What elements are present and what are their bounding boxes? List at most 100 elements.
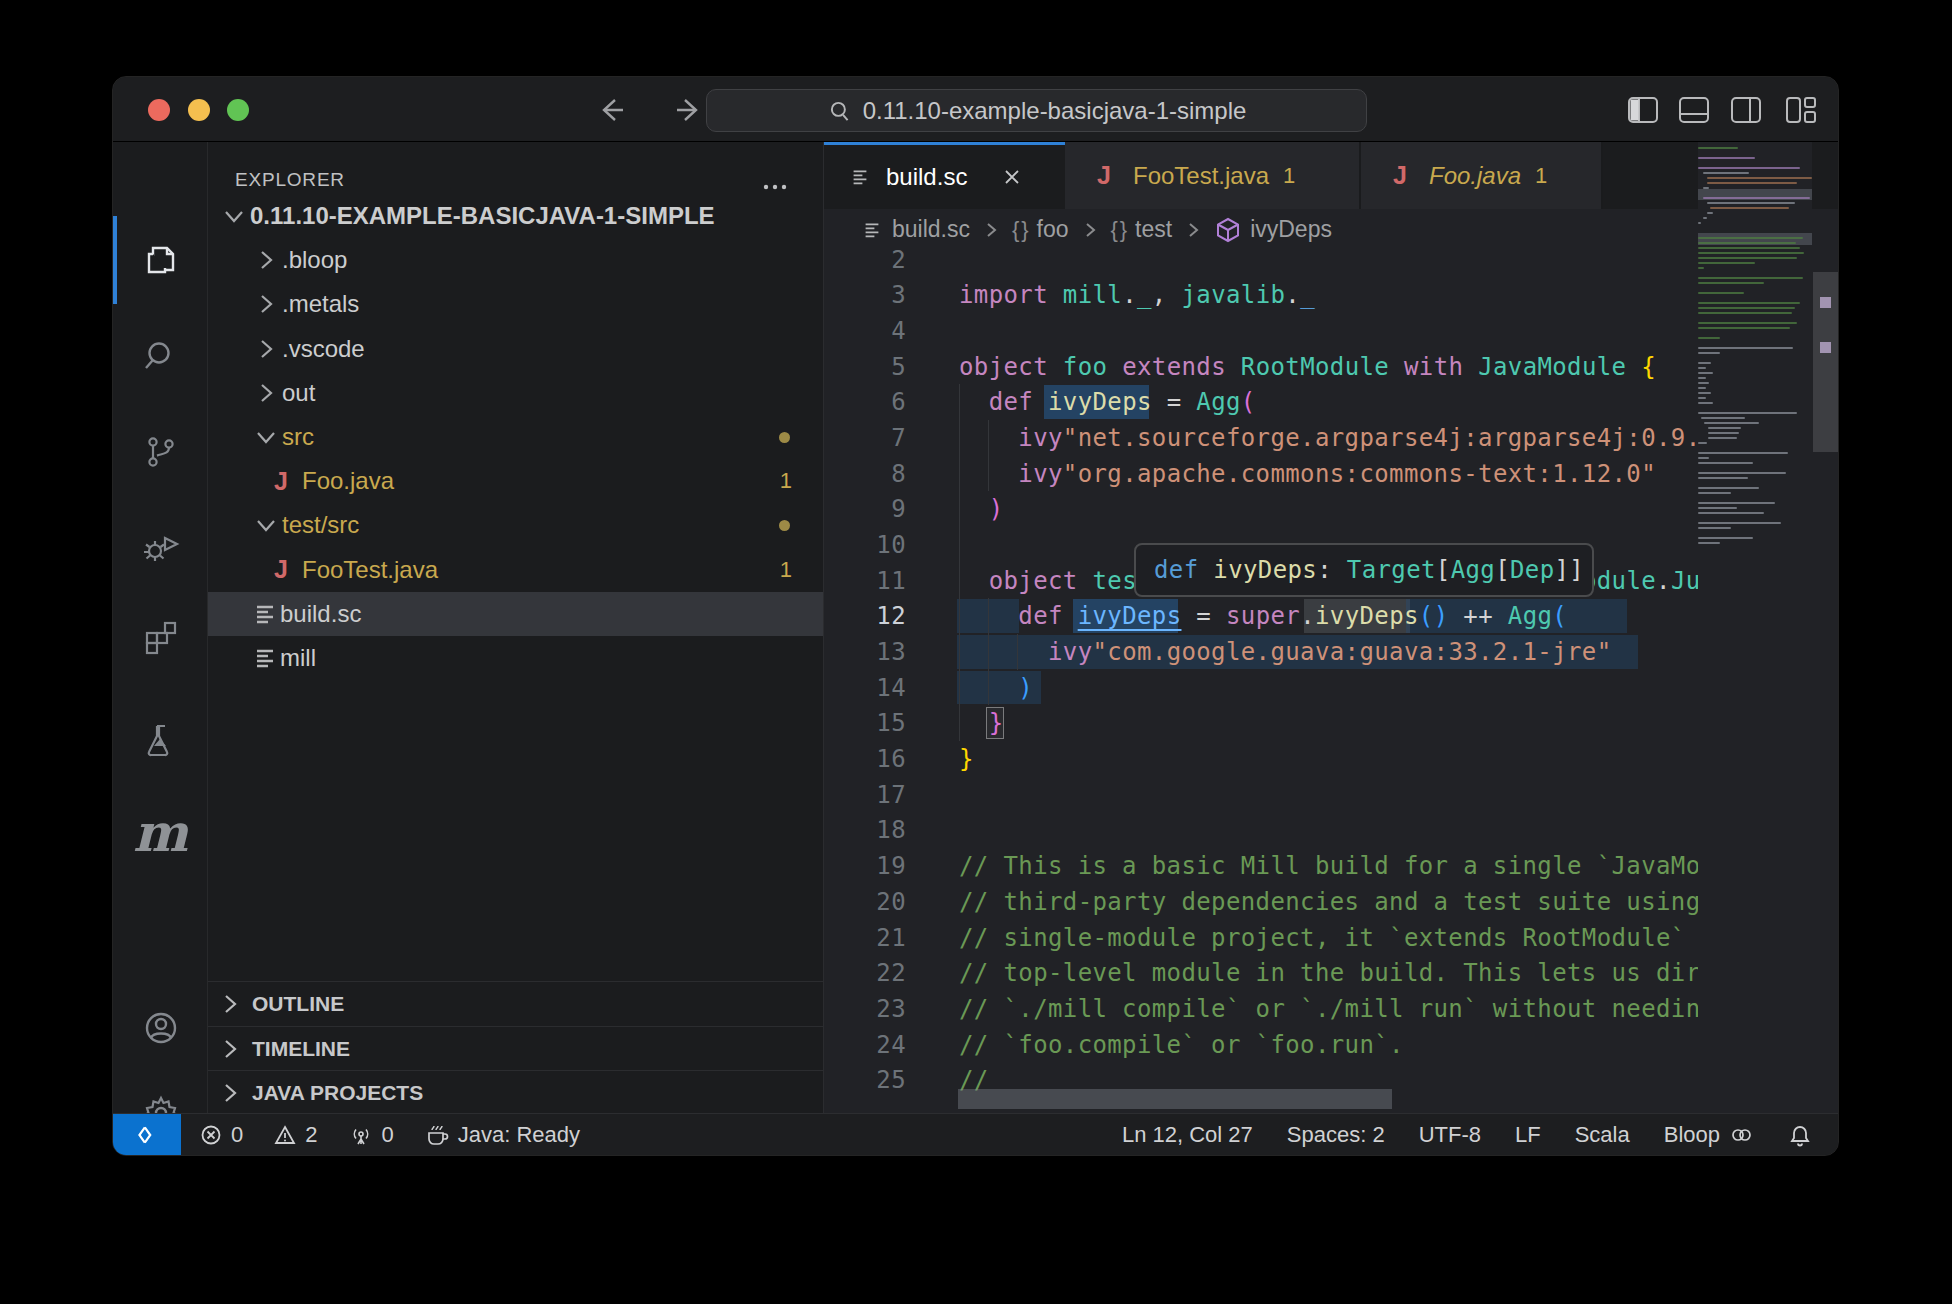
line-number: 22 — [824, 955, 906, 991]
status-spaces-2[interactable]: Spaces: 2 — [1287, 1122, 1385, 1148]
activity-testing-icon[interactable] — [113, 692, 208, 788]
navigate-forward-icon[interactable] — [673, 94, 705, 126]
minimap[interactable] — [1698, 142, 1812, 1113]
activity-source-control-icon[interactable] — [113, 404, 208, 500]
line-number: 8 — [824, 456, 906, 492]
breadcrumb-separator-icon — [1079, 219, 1101, 241]
tree-item-footest-java[interactable]: JFooTest.java1 — [208, 548, 824, 592]
modified-dot-badge — [779, 520, 790, 531]
line-number: 21 — [824, 920, 906, 956]
line-number: 17 — [824, 777, 906, 813]
code-line-8: ivy"org.apache.commons:commons-text:1.12… — [959, 456, 1656, 492]
breadcrumb-separator-icon — [1182, 219, 1204, 241]
status-ln-12-col-27[interactable]: Ln 12, Col 27 — [1122, 1122, 1253, 1148]
tree-item-test-src[interactable]: test/src — [208, 503, 824, 547]
close-tab-icon[interactable] — [999, 164, 1025, 190]
code-editor[interactable]: 23import mill._, javalib._45object foo e… — [824, 250, 1838, 1113]
toggle-panel-icon[interactable] — [1679, 97, 1709, 123]
file-icon — [250, 643, 280, 673]
activity-extensions-icon[interactable] — [113, 588, 208, 684]
command-center-search[interactable]: 0.11.10-example-basicjava-1-simple — [706, 89, 1367, 132]
close-window-button[interactable] — [148, 99, 170, 121]
activity-mill-icon[interactable]: m — [113, 785, 208, 881]
twist-right-icon — [250, 334, 282, 364]
section-java-projects[interactable]: JAVA PROJECTS — [208, 1070, 824, 1113]
tree-item-out[interactable]: out — [208, 371, 824, 415]
activity-account-icon[interactable] — [113, 980, 208, 1076]
tree-item-src[interactable]: src — [208, 415, 824, 459]
section-outline[interactable]: OUTLINE — [208, 981, 824, 1025]
breadcrumb-item-test[interactable]: { }test — [1111, 216, 1173, 243]
activity-search-icon[interactable] — [113, 308, 208, 404]
customize-layout-icon[interactable] — [1786, 97, 1816, 123]
breadcrumb-separator-icon — [980, 219, 1002, 241]
tree-item-mill[interactable]: mill — [208, 636, 824, 680]
activity-run-debug-icon[interactable] — [113, 498, 208, 594]
breadcrumb-item-ivydeps[interactable]: ivyDeps — [1214, 216, 1332, 244]
explorer-sidebar: EXPLORER 0.11.10-EXAMPLE-BASICJAVA-1-SIM… — [208, 142, 824, 1113]
breadcrumb-item-build-sc[interactable]: build.sc — [860, 215, 970, 245]
activity-explorer-icon[interactable] — [113, 212, 208, 308]
line-number: 18 — [824, 812, 906, 848]
tab-foo-java[interactable]: JFoo.java1 — [1361, 142, 1603, 209]
code-line-12: def ivyDeps = super.ivyDeps() ++ Agg( — [959, 598, 1567, 634]
section-timeline[interactable]: TIMELINE — [208, 1026, 824, 1070]
title-bar: 0.11.10-example-basicjava-1-simple — [113, 77, 1838, 142]
java-file-icon: J — [266, 555, 296, 584]
toggle-primary-sidebar-icon[interactable] — [1628, 97, 1658, 123]
code-line-6: def ivyDeps = Agg( — [959, 384, 1256, 420]
activity-bar: m — [113, 142, 208, 1113]
line-number: 7 — [824, 420, 906, 456]
loop-icon — [1728, 1123, 1754, 1147]
line-number: 19 — [824, 848, 906, 884]
command-center-label: 0.11.10-example-basicjava-1-simple — [863, 97, 1247, 125]
code-line-9: ) — [959, 491, 1004, 527]
code-line-16: } — [959, 741, 974, 777]
status-lf[interactable]: LF — [1515, 1122, 1541, 1148]
tree-item--metals[interactable]: .metals — [208, 282, 824, 326]
line-number: 11 — [824, 563, 906, 599]
status-utf-8[interactable]: UTF-8 — [1419, 1122, 1481, 1148]
status-bell[interactable] — [1788, 1123, 1812, 1147]
remote-indicator[interactable] — [113, 1114, 181, 1156]
tree-item--bloop[interactable]: .bloop — [208, 238, 824, 282]
broadcast-icon — [348, 1123, 374, 1147]
horizontal-scrollbar[interactable] — [958, 1089, 1392, 1109]
zoom-window-button[interactable] — [227, 99, 249, 121]
search-icon — [827, 98, 853, 124]
status-java-ready[interactable]: Java: Ready — [424, 1122, 580, 1148]
status-bloop[interactable]: Bloop — [1664, 1122, 1754, 1148]
code-line-3: import mill._, javalib._ — [959, 277, 1315, 313]
twist-right-icon — [250, 289, 282, 319]
twist-right-icon — [250, 378, 282, 408]
twist-down-icon — [218, 201, 250, 231]
explorer-header: EXPLORER — [235, 169, 345, 191]
status-scala[interactable]: Scala — [1575, 1122, 1630, 1148]
tree-item-foo-java[interactable]: JFoo.java1 — [208, 459, 824, 503]
status-0[interactable]: 0 — [348, 1122, 394, 1148]
java-file-icon: J — [1385, 161, 1415, 190]
tab-footest-java[interactable]: JFooTest.java1 — [1065, 142, 1361, 209]
status-2[interactable]: 2 — [273, 1122, 317, 1148]
tab-build-sc[interactable]: build.sc — [824, 142, 1065, 209]
tree-item-0-11-10-example-basicjava-1-simple[interactable]: 0.11.10-EXAMPLE-BASICJAVA-1-SIMPLE — [208, 194, 824, 238]
line-number: 6 — [824, 384, 906, 420]
minimize-window-button[interactable] — [188, 99, 210, 121]
java-file-icon: J — [266, 467, 296, 496]
line-number: 5 — [824, 349, 906, 385]
tree-item--vscode[interactable]: .vscode — [208, 327, 824, 371]
coffee-icon — [424, 1123, 450, 1147]
twist-down-icon — [250, 422, 282, 452]
tree-item-build-sc[interactable]: build.sc — [208, 592, 824, 636]
navigate-back-icon[interactable] — [595, 94, 627, 126]
problem-count-badge: 1 — [780, 468, 792, 494]
twist-down-icon — [250, 510, 282, 540]
breadcrumb-item-foo[interactable]: { }foo — [1012, 216, 1069, 243]
line-number: 16 — [824, 741, 906, 777]
overview-ruler-mark — [1820, 342, 1831, 353]
overview-ruler-mark — [1820, 297, 1831, 308]
code-line-24: // `foo.compile` or `foo.run`. — [959, 1027, 1404, 1063]
namespace-icon: { } — [1111, 217, 1128, 243]
status-0[interactable]: 0 — [199, 1122, 243, 1148]
toggle-secondary-sidebar-icon[interactable] — [1731, 97, 1761, 123]
